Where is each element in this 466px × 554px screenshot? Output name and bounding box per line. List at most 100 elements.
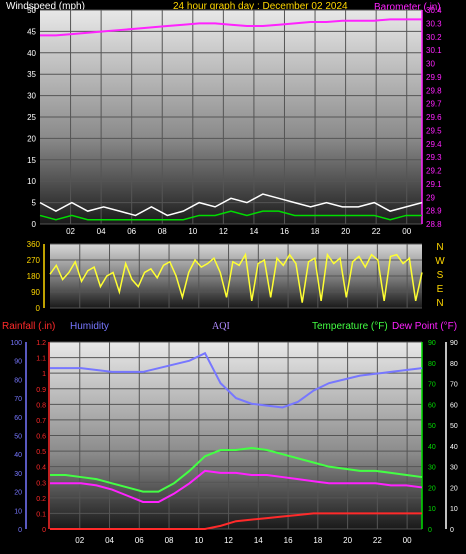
- temp-x-tick-label: 18: [313, 536, 322, 545]
- humidity-tick-label: 60: [14, 415, 22, 422]
- temp-x-axis: 02 04 06 08 10 12 14 16 18 20 22 00: [75, 536, 412, 545]
- legend-rainfall: Rainfall (.in): [2, 321, 55, 332]
- wind-speed-tick-label: 20: [27, 134, 36, 143]
- wind-speed-tick-label: 40: [27, 49, 36, 58]
- rainfall-tick-label: 0.5: [36, 449, 46, 456]
- compass-label: W: [435, 256, 445, 267]
- temp-x-tick-label: 12: [224, 536, 233, 545]
- wind-x-tick-label: 10: [188, 227, 197, 236]
- humidity-tick-label: 50: [14, 434, 22, 441]
- temp-x-tick-label: 22: [373, 536, 382, 545]
- direction-tick-label: 90: [31, 288, 40, 297]
- barometer-tick-label: 30.2: [426, 33, 442, 42]
- dewpoint-tick-label: 0: [450, 527, 454, 534]
- wind-speed-tick-label: 35: [27, 70, 36, 79]
- temp-x-tick-label: 02: [75, 536, 84, 545]
- compass-label: S: [437, 270, 444, 281]
- barometer-tick-label: 29.9: [426, 73, 442, 82]
- dewpoint-tick-label: 40: [450, 444, 458, 451]
- wind-x-tick-label: 06: [127, 227, 136, 236]
- wind-speed-tick-label: 10: [27, 177, 36, 186]
- temp-x-tick-label: 00: [403, 536, 412, 545]
- rainfall-tick-label: 1: [42, 371, 46, 378]
- wind-x-tick-label: 18: [311, 227, 320, 236]
- wind-speed-tick-label: 45: [27, 27, 36, 36]
- temperature-axis: 0 0 10 10 20 20 30 30 40 40 50 50 60 60 70 70 80 80 90 90: [421, 340, 458, 534]
- dewpoint-tick-label: 10: [450, 506, 458, 513]
- direction-tick-label: 270: [27, 256, 41, 265]
- wind-x-tick-label: 02: [66, 227, 75, 236]
- direction-tick-label: 0: [36, 304, 41, 313]
- barometer-tick-label: 28.9: [426, 207, 442, 216]
- temperature-tick-label: 70: [428, 382, 436, 389]
- wind-speed-tick-label: 25: [27, 113, 36, 122]
- rainfall-tick-label: 0.8: [36, 402, 46, 409]
- direction-tick-label: 180: [27, 272, 41, 281]
- dewpoint-tick-label: 70: [450, 382, 458, 389]
- barometer-tick-label: 29.8: [426, 86, 442, 95]
- rainfall-tick-label: 0.2: [36, 496, 46, 503]
- compass-labels: NWSEN: [435, 242, 445, 309]
- wind-x-tick-label: 04: [97, 227, 106, 236]
- dewpoint-tick-label: 20: [450, 485, 458, 492]
- wind-x-tick-label: 20: [341, 227, 350, 236]
- legend-dewpoint: Dew Point (°F): [392, 321, 457, 332]
- barometer-tick-label: 29.1: [426, 180, 442, 189]
- temp-x-tick-label: 10: [194, 536, 203, 545]
- humidity-tick-label: 40: [14, 452, 22, 459]
- temp-x-tick-label: 14: [254, 536, 263, 545]
- humidity-tick-label: 100: [10, 340, 22, 347]
- humidity-tick-label: 20: [14, 490, 22, 497]
- temp-x-tick-label: 08: [165, 536, 174, 545]
- legend-humidity: Humidity: [70, 321, 109, 332]
- dewpoint-tick-label: 90: [450, 340, 458, 347]
- humidity-axis: 0 10 20 30 40 50 60 70 80 90 100: [10, 340, 27, 534]
- humidity-tick-label: 90: [14, 359, 22, 366]
- direction-tick-label: 360: [27, 240, 41, 249]
- barometer-tick-label: 29.3: [426, 153, 442, 162]
- barometer-tick-label: 30.4: [426, 6, 442, 15]
- humidity-tick-label: 10: [14, 508, 22, 515]
- rainfall-tick-label: 0.7: [36, 418, 46, 425]
- legend-aqi: AQI: [212, 321, 230, 332]
- rainfall-tick-label: 0: [42, 527, 46, 534]
- legend-temperature: Temperature (°F): [312, 321, 388, 332]
- wind-x-tick-label: 12: [219, 227, 228, 236]
- rainfall-tick-label: 0.6: [36, 434, 46, 441]
- temp-x-tick-label: 06: [135, 536, 144, 545]
- wind-speed-axis: 0 5 10 15 20 25 30 35 40 45 50: [27, 6, 36, 229]
- wind-x-tick-label: 16: [280, 227, 289, 236]
- compass-label: N: [436, 242, 443, 253]
- rainfall-tick-label: 0.3: [36, 480, 46, 487]
- barometer-tick-label: 28.8: [426, 220, 442, 229]
- wind-speed-tick-label: 50: [27, 6, 36, 15]
- rainfall-tick-label: 1.2: [36, 340, 46, 347]
- barometer-tick-label: 29.5: [426, 126, 442, 135]
- wind-speed-tick-label: 30: [27, 92, 36, 101]
- weather-graph-page: Windspeed (mph) 24 hour graph day : Dece…: [0, 0, 466, 554]
- wind-speed-tick-label: 15: [27, 156, 36, 165]
- temperature-tick-label: 60: [428, 402, 436, 409]
- barometer-tick-label: 30.3: [426, 19, 442, 28]
- temperature-tick-label: 0: [428, 527, 432, 534]
- rainfall-tick-label: 1.1: [36, 356, 46, 363]
- direction-axis: 0 90 180 270 360: [27, 240, 45, 313]
- dewpoint-tick-label: 60: [450, 402, 458, 409]
- wind-x-tick-label: 22: [372, 227, 381, 236]
- dewpoint-tick-label: 80: [450, 361, 458, 368]
- temp-x-tick-label: 20: [343, 536, 352, 545]
- compass-label: E: [437, 284, 444, 295]
- barometer-tick-label: 30: [426, 60, 435, 69]
- wind-x-tick-label: 08: [158, 227, 167, 236]
- compass-label: N: [436, 298, 443, 309]
- temp-x-tick-label: 04: [105, 536, 114, 545]
- temperature-tick-label: 80: [428, 361, 436, 368]
- temperature-tick-label: 20: [428, 485, 436, 492]
- barometer-tick-label: 29: [426, 193, 435, 202]
- wind-speed-tick-label: 5: [32, 199, 37, 208]
- wind-x-axis: 02 04 06 08 10 12 14 16 18 20 22 00: [66, 227, 412, 236]
- temp-x-tick-label: 16: [284, 536, 293, 545]
- dewpoint-tick-label: 30: [450, 465, 458, 472]
- temperature-tick-label: 40: [428, 444, 436, 451]
- wind-speed-tick-label: 0: [32, 220, 37, 229]
